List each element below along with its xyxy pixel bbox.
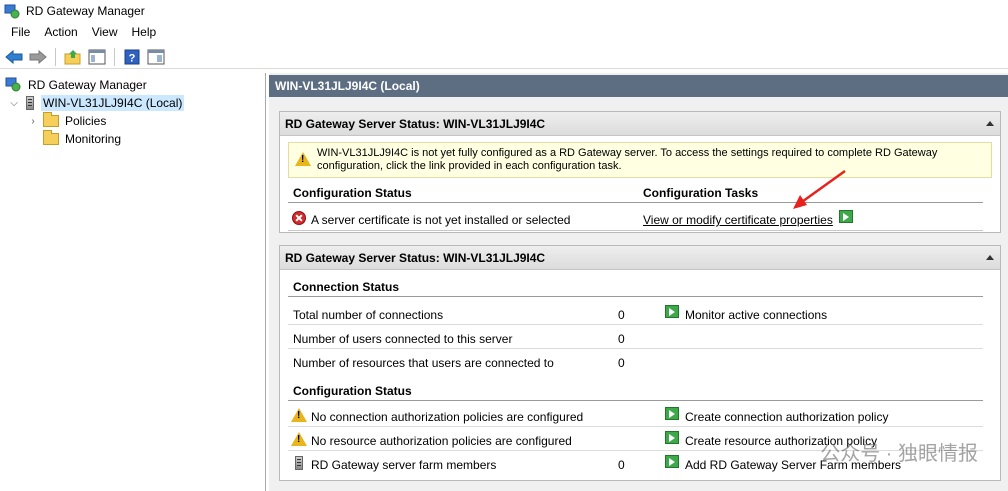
no-resource-policies-text: No resource authorization policies are c…	[311, 434, 572, 448]
rd-gateway-icon	[5, 76, 21, 95]
warning-icon	[295, 152, 311, 166]
divider	[288, 426, 983, 427]
tree-item-monitoring-label: Monitoring	[65, 132, 122, 146]
menu-help[interactable]: Help	[125, 22, 164, 43]
server-icon	[24, 95, 36, 111]
menu-action[interactable]: Action	[37, 22, 84, 43]
divider	[288, 324, 983, 325]
menu-bar: File Action View Help	[0, 22, 1008, 43]
help-icon-glyph: ?	[129, 52, 136, 64]
server-status-panel-1: RD Gateway Server Status: WIN-VL31JLJ9I4…	[279, 111, 1001, 233]
forward-arrow-icon[interactable]	[28, 47, 48, 67]
server-farm-members-value: 0	[618, 458, 625, 472]
tree-root-label: RD Gateway Manager	[28, 78, 147, 92]
annotation-arrow-icon	[793, 169, 846, 209]
tree-root[interactable]: RD Gateway Manager	[5, 76, 149, 94]
view-modify-certificate-link[interactable]: View or modify certificate properties	[643, 213, 833, 227]
collapse-icon[interactable]	[986, 121, 994, 126]
panel-1-title-bar[interactable]: RD Gateway Server Status: WIN-VL31JLJ9I4…	[280, 112, 1000, 136]
chevron-right-icon[interactable]: ›	[27, 115, 39, 127]
tree-item-policies-label: Policies	[65, 114, 107, 128]
show-hide-tree-icon[interactable]	[87, 47, 107, 67]
error-icon	[292, 211, 306, 225]
tree-server-label: WIN-VL31JLJ9I4C (Local)	[41, 95, 185, 111]
chevron-down-icon[interactable]: ⌵	[8, 97, 20, 109]
divider	[288, 230, 983, 231]
results-pane: WIN-VL31JLJ9I4C (Local) RD Gateway Serve…	[269, 73, 1008, 491]
menu-file[interactable]: File	[4, 22, 37, 43]
folder-icon	[43, 130, 59, 145]
users-connected-label: Number of users connected to this server	[293, 332, 513, 346]
users-connected-value: 0	[618, 332, 625, 346]
server-farm-members-label: RD Gateway server farm members	[311, 458, 497, 472]
collapse-icon[interactable]	[986, 255, 994, 260]
monitor-active-connections-link[interactable]: Monitor active connections	[685, 308, 827, 322]
results-header: WIN-VL31JLJ9I4C (Local)	[269, 75, 1008, 97]
folder-icon	[43, 112, 59, 127]
divider	[288, 202, 983, 203]
divider	[288, 400, 983, 401]
warning-icon	[291, 408, 307, 422]
tree-item-policies[interactable]: › Policies	[27, 112, 108, 130]
panel-2-title: RD Gateway Server Status: WIN-VL31JLJ9I4…	[285, 251, 546, 265]
configuration-status-heading-2: Configuration Status	[293, 384, 412, 398]
divider	[288, 296, 983, 297]
certificate-status-text: A server certificate is not yet installe…	[311, 213, 571, 227]
action-pane-icon[interactable]	[146, 47, 166, 67]
rd-gateway-app-icon	[4, 3, 20, 19]
toolbar-separator	[55, 47, 56, 66]
watermark: 公众号 · 独眼情报	[820, 443, 978, 465]
console-tree: RD Gateway Manager ⌵ WIN-VL31JLJ9I4C (Lo…	[0, 73, 266, 491]
total-connections-label: Total number of connections	[293, 308, 444, 322]
window-title: RD Gateway Manager	[26, 4, 145, 18]
divider	[288, 348, 983, 349]
menu-view[interactable]: View	[85, 22, 125, 43]
toolbar-separator	[114, 47, 115, 66]
go-arrow-icon[interactable]	[665, 455, 679, 468]
back-arrow-icon[interactable]	[4, 47, 24, 67]
create-connection-policy-link[interactable]: Create connection authorization policy	[685, 410, 888, 424]
title-bar: RD Gateway Manager	[0, 0, 1008, 22]
no-connection-policies-text: No connection authorization policies are…	[311, 410, 584, 424]
go-arrow-icon[interactable]	[665, 431, 679, 444]
warning-box: WIN-VL31JLJ9I4C is not yet fully configu…	[288, 142, 992, 178]
panel-1-title: RD Gateway Server Status: WIN-VL31JLJ9I4…	[285, 117, 546, 131]
tree-server-node[interactable]: ⌵ WIN-VL31JLJ9I4C (Local)	[8, 94, 185, 112]
configuration-tasks-heading: Configuration Tasks	[643, 186, 759, 200]
tree-item-monitoring[interactable]: Monitoring	[43, 130, 123, 148]
go-arrow-icon[interactable]	[665, 305, 679, 318]
go-arrow-icon[interactable]	[665, 407, 679, 420]
connection-status-heading: Connection Status	[293, 280, 400, 294]
toolbar: ?	[0, 45, 1008, 69]
resources-connected-label: Number of resources that users are conne…	[293, 356, 554, 370]
configuration-status-heading: Configuration Status	[293, 186, 412, 200]
server-farm-icon	[295, 456, 303, 470]
panel-2-title-bar[interactable]: RD Gateway Server Status: WIN-VL31JLJ9I4…	[280, 246, 1000, 270]
up-folder-icon[interactable]	[63, 47, 83, 67]
warning-icon	[291, 432, 307, 446]
total-connections-value: 0	[618, 308, 625, 322]
warning-text: WIN-VL31JLJ9I4C is not yet fully configu…	[317, 147, 938, 172]
resources-connected-value: 0	[618, 356, 625, 370]
help-icon[interactable]: ?	[122, 47, 142, 67]
